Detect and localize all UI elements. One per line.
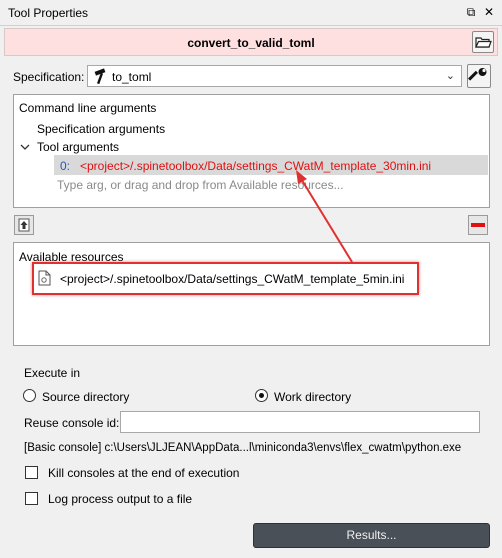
- kill-consoles-label[interactable]: Kill consoles at the end of execution: [48, 466, 239, 480]
- window-title: Tool Properties: [8, 6, 89, 20]
- minus-icon: [471, 223, 485, 227]
- arrow-up-icon: [18, 218, 30, 232]
- console-info: [Basic console] c:\Users\JLJEAN\AppData.…: [24, 442, 462, 454]
- work-directory-radio[interactable]: [255, 389, 268, 402]
- item-header: convert_to_valid_toml: [4, 28, 498, 56]
- title-bar: Tool Properties ⧉ ✕: [0, 0, 502, 26]
- argument-value[interactable]: <project>/.spinetoolbox/Data/settings_CW…: [80, 159, 431, 173]
- wrench-icon: [468, 68, 487, 81]
- log-output-checkbox[interactable]: [25, 492, 38, 505]
- hammer-icon: [94, 68, 106, 85]
- add-argument-button[interactable]: [14, 215, 34, 235]
- reuse-console-label: Reuse console id:: [24, 416, 120, 430]
- float-icon[interactable]: ⧉: [463, 4, 479, 20]
- annotation-highlight-box: [32, 262, 419, 295]
- specification-combobox[interactable]: to_toml ⌄: [87, 65, 462, 87]
- command-line-arguments-tree[interactable]: Command line arguments Specification arg…: [13, 94, 490, 208]
- tree-root-label: Command line arguments: [19, 101, 157, 115]
- item-name: convert_to_valid_toml: [187, 36, 315, 50]
- tree-item-specification-arguments[interactable]: Specification arguments: [37, 122, 165, 136]
- close-icon[interactable]: ✕: [481, 4, 497, 20]
- source-directory-radio[interactable]: [23, 389, 36, 402]
- argument-placeholder[interactable]: Type arg, or drag and drop from Availabl…: [57, 178, 344, 192]
- specification-label: Specification:: [13, 70, 85, 84]
- open-folder-button[interactable]: [472, 31, 494, 53]
- execute-in-label: Execute in: [24, 366, 81, 380]
- log-output-label[interactable]: Log process output to a file: [48, 492, 192, 506]
- reuse-console-input[interactable]: [120, 411, 480, 433]
- source-directory-label[interactable]: Source directory: [42, 390, 129, 404]
- chevron-down-icon: ⌄: [445, 70, 455, 82]
- tree-item-tool-arguments[interactable]: Tool arguments: [37, 140, 119, 154]
- expand-arrow-icon[interactable]: [20, 142, 30, 152]
- remove-argument-button[interactable]: [468, 215, 488, 235]
- specification-value: to_toml: [112, 70, 152, 84]
- edit-specification-button[interactable]: [467, 64, 491, 88]
- argument-index: 0:: [60, 159, 71, 173]
- kill-consoles-checkbox[interactable]: [25, 466, 38, 479]
- work-directory-label[interactable]: Work directory: [274, 390, 351, 404]
- folder-open-icon: [475, 37, 492, 48]
- results-button[interactable]: Results...: [253, 523, 490, 548]
